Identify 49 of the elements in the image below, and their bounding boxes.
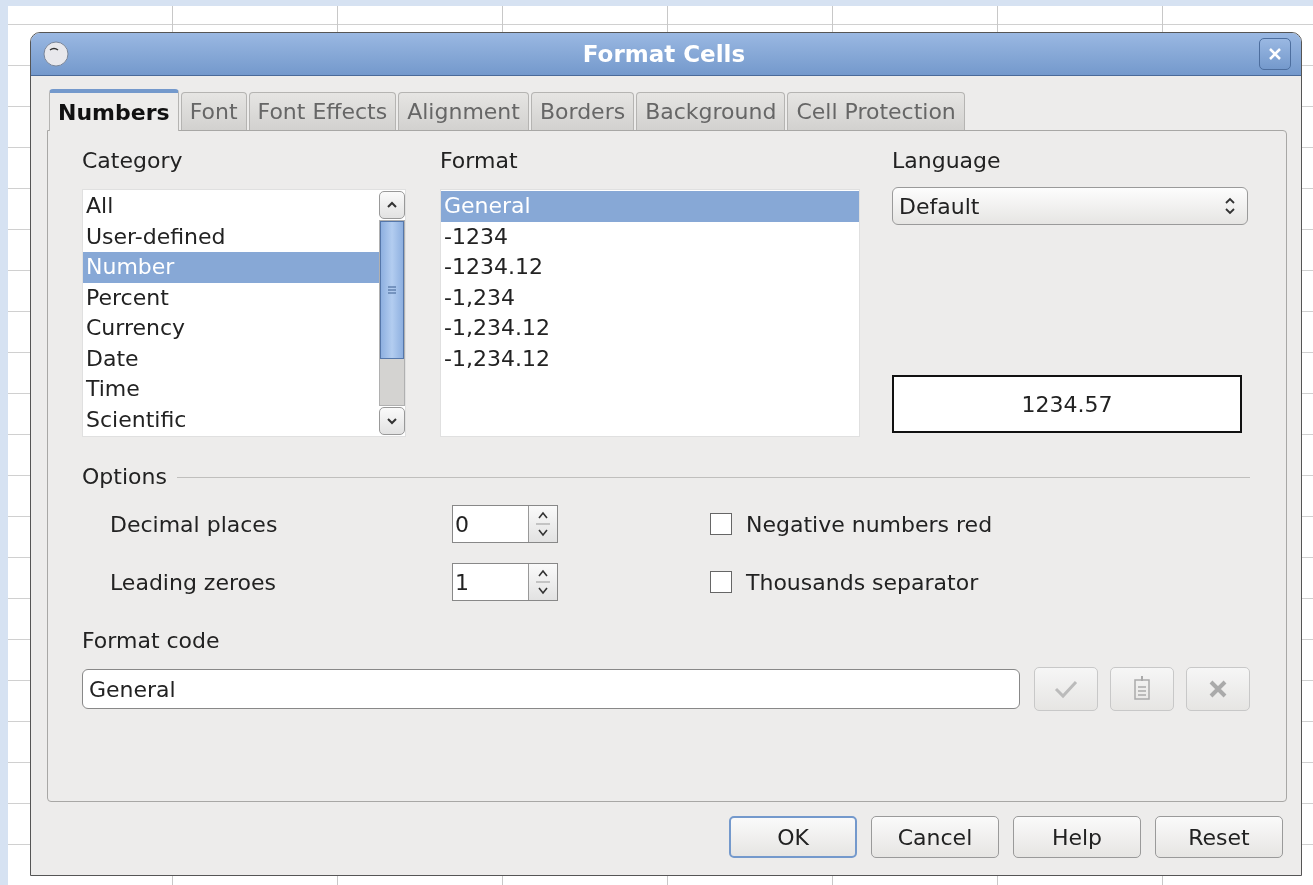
preview-box: 1234.57 [892,375,1242,433]
list-item[interactable]: -1,234.12 [441,313,859,344]
list-item[interactable]: -1234.12 [441,252,859,283]
format-code-label: Format code [82,627,221,655]
dialog-button[interactable]: Cancel [871,816,999,858]
list-item[interactable]: All [83,191,379,222]
checkbox-label[interactable]: Thousands separator [746,569,979,595]
up-down-arrows-icon [1223,195,1237,217]
list-item[interactable]: -1,234 [441,282,859,313]
format-code-field[interactable]: General [82,669,1020,709]
scrollbar[interactable] [379,190,405,436]
dialog-button[interactable]: Help [1013,816,1141,858]
checkbox-label[interactable]: Negative numbers red [746,511,993,537]
language-label: Language [892,147,1002,175]
spinner-label: Leading zeroes [110,569,277,595]
category-list[interactable]: All User-defined Number Percent Currency Date Time Scientific [82,189,406,437]
close-icon[interactable] [1267,46,1283,62]
checkbox[interactable] [710,571,732,593]
tab[interactable]: Font [180,92,247,130]
tab[interactable]: Numbers [49,89,179,131]
app-icon [43,41,69,67]
tab[interactable]: Background [636,92,786,130]
tab[interactable]: Cell Protection [787,92,965,130]
spin-field[interactable]: 1 [452,563,558,601]
tab[interactable]: Alignment [398,92,529,130]
tab[interactable]: Borders [530,92,635,130]
list-item[interactable]: User-defined [83,221,379,252]
close-button[interactable] [1259,38,1291,70]
list-item[interactable]: Percent [83,282,379,313]
list-item[interactable]: -1,234.12 [441,343,859,374]
checkbox[interactable] [710,513,732,535]
language-dropdown[interactable]: Default [892,187,1248,225]
options-label: Options [82,463,167,491]
format-label: Format [440,147,519,175]
list-item[interactable]: Currency [83,313,379,344]
list-item[interactable]: -1234 [441,221,859,252]
category-label: Category [82,147,184,175]
spinner-label: Decimal places [110,511,279,537]
list-item[interactable]: Time [83,374,379,405]
grip-icon[interactable] [387,285,397,295]
dialog-button[interactable]: Reset [1155,816,1283,858]
list-item[interactable]: Scientific [83,404,379,435]
checkmark-icon [1052,678,1080,700]
list-item[interactable]: Date [83,343,379,374]
tab[interactable]: Font Effects [248,92,397,130]
format-list[interactable]: General -1234 -1234.12 -1,234 -1,234.12 -1,234.12 [440,189,860,437]
dialog-button[interactable]: OK [729,816,857,858]
spin-field[interactable]: 0 [452,505,558,543]
window-title: Format Cells [581,41,747,67]
